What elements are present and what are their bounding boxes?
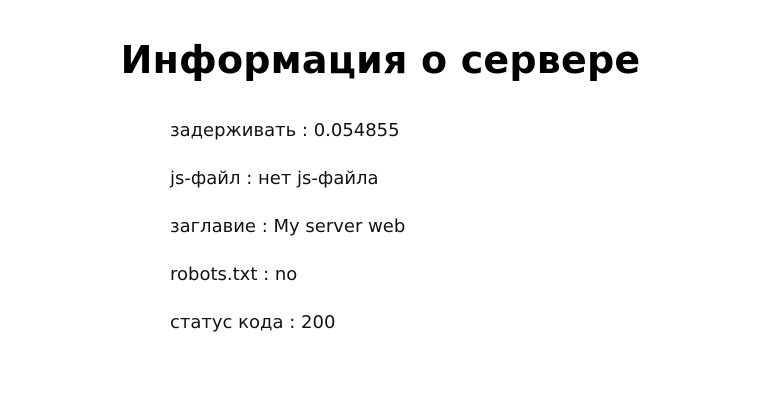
info-row-status-code: статус кода : 200: [170, 312, 336, 333]
server-info-list: задерживать : 0.054855 js-файл : нет js-…: [170, 119, 405, 359]
server-info-page: Информация о сервере задерживать : 0.054…: [0, 0, 761, 416]
info-row-js-file: js-файл : нет js-файла: [170, 168, 379, 189]
page-title: Информация о сервере: [120, 38, 641, 82]
info-row-delay: задерживать : 0.054855: [170, 120, 400, 141]
info-row-robots: robots.txt : no: [170, 264, 298, 285]
info-row-title: заглавие : My server web: [170, 216, 406, 237]
